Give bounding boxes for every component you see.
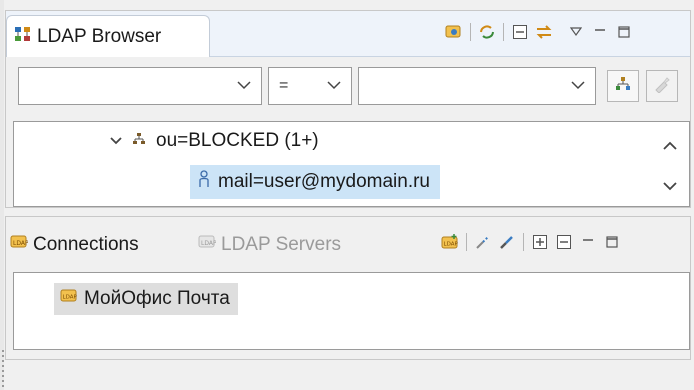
window-edge xyxy=(0,0,4,390)
toolbar-separator xyxy=(470,23,471,41)
clear-filter-button[interactable] xyxy=(646,70,678,102)
minimize-icon[interactable] xyxy=(588,21,612,43)
tree-node-ou-blocked[interactable]: ou=BLOCKED (1+) xyxy=(110,126,319,156)
ldap-tree[interactable]: ou=BLOCKED (1+) mail=user@mydomain.ru xyxy=(13,121,690,207)
toolbar-separator xyxy=(466,233,467,251)
toolbar-separator xyxy=(523,233,524,251)
tree-node-ou-label: ou=BLOCKED (1+) xyxy=(156,130,319,151)
toolbar-separator xyxy=(503,23,504,41)
tree-node-mail-entry[interactable]: mail=user@mydomain.ru xyxy=(190,165,440,199)
tab-connections[interactable]: LDAP Connections xyxy=(10,230,139,260)
view-menu-icon[interactable] xyxy=(564,21,588,43)
chevron-down-icon[interactable] xyxy=(110,130,122,152)
tab-ldap-browser[interactable]: LDAP Browser xyxy=(6,15,210,57)
filter-bar: = xyxy=(6,59,690,117)
tree-node-mail-label: mail=user@mydomain.ru xyxy=(218,171,430,192)
apply-filter-button[interactable] xyxy=(607,70,639,102)
attribute-combo[interactable] xyxy=(18,67,262,105)
operator-combo-value: = xyxy=(279,77,289,94)
new-connection-icon[interactable]: LDAP xyxy=(438,231,462,253)
minimize-icon[interactable] xyxy=(576,231,600,253)
svg-text:LDAP: LDAP xyxy=(201,240,216,247)
scroll-down-icon[interactable] xyxy=(663,178,677,196)
value-combo[interactable] xyxy=(358,67,596,105)
link-with-editor-icon[interactable] xyxy=(442,21,466,43)
ldap-browser-view: LDAP Browser = ou=BLOCKED (1+) mail=user… xyxy=(5,10,691,208)
svg-text:LDAP: LDAP xyxy=(63,295,78,301)
connection-label: МойОфис Почта xyxy=(84,288,230,309)
ldap-browser-icon xyxy=(13,24,33,50)
entry-icon xyxy=(198,170,210,194)
connections-toolbar: LDAP xyxy=(438,231,624,253)
tab-ldap-browser-label: LDAP Browser xyxy=(37,25,162,47)
connections-tabbar: LDAP Connections LDAP LDAP Servers LDAP xyxy=(6,217,690,271)
ldap-servers-icon: LDAP xyxy=(198,233,217,257)
filter-tree-icon xyxy=(614,75,632,97)
collapse-all-icon[interactable] xyxy=(552,231,576,253)
ou-icon xyxy=(132,130,146,152)
scroll-up-icon[interactable] xyxy=(663,138,677,156)
connections-list[interactable]: LDAP МойОфис Почта xyxy=(13,272,690,350)
operator-combo[interactable]: = xyxy=(268,67,352,105)
tab-connections-label: Connections xyxy=(33,234,139,255)
maximize-icon[interactable] xyxy=(600,231,624,253)
list-item-connection[interactable]: LDAP МойОфис Почта xyxy=(54,283,238,315)
clear-filter-icon xyxy=(653,75,671,97)
chevron-down-icon xyxy=(237,77,251,95)
tab-ldap-servers[interactable]: LDAP LDAP Servers xyxy=(198,230,341,260)
disconnect-icon[interactable] xyxy=(471,231,495,253)
resize-grip[interactable] xyxy=(2,350,4,390)
expand-all-icon[interactable] xyxy=(528,231,552,253)
sync-icon[interactable] xyxy=(532,21,556,43)
tab-ldap-servers-label: LDAP Servers xyxy=(221,234,342,255)
connections-view: LDAP Connections LDAP LDAP Servers LDAP xyxy=(5,216,691,360)
ldap-browser-tabbar: LDAP Browser xyxy=(6,11,690,57)
connections-icon: LDAP xyxy=(10,233,29,257)
svg-text:LDAP: LDAP xyxy=(13,240,28,247)
maximize-icon[interactable] xyxy=(612,21,636,43)
ldap-browser-toolbar xyxy=(442,21,636,43)
connection-icon: LDAP xyxy=(60,287,78,311)
svg-text:LDAP: LDAP xyxy=(444,242,459,248)
refresh-icon[interactable] xyxy=(475,21,499,43)
chevron-down-icon xyxy=(571,77,585,95)
collapse-all-icon[interactable] xyxy=(508,21,532,43)
connect-icon[interactable] xyxy=(495,231,519,253)
chevron-down-icon xyxy=(327,77,341,95)
